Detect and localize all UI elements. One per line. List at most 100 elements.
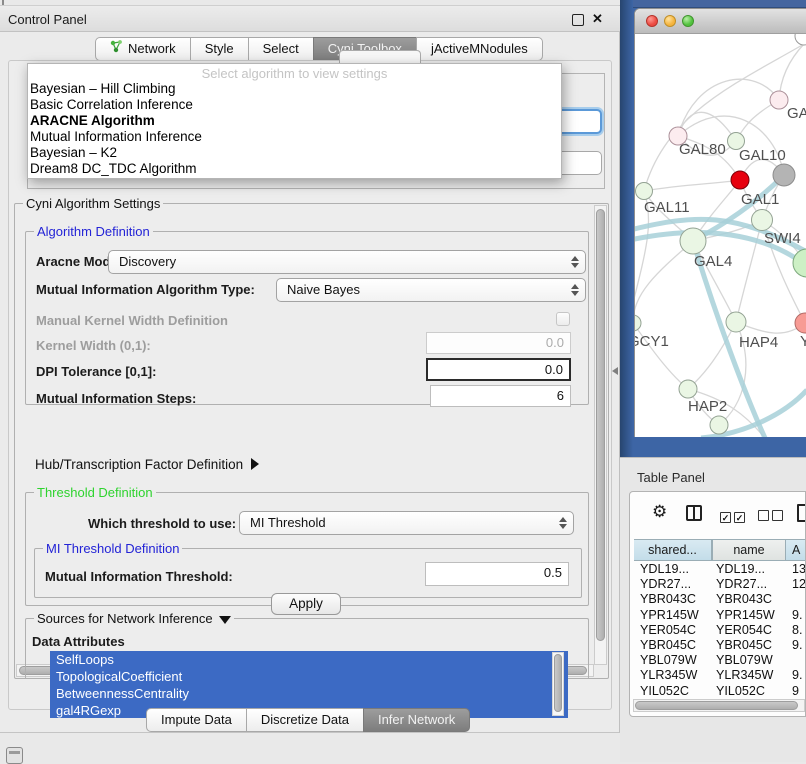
tab-infer-network[interactable]: Infer Network <box>363 708 470 732</box>
algorithm-option[interactable]: Basic Correlation Inference <box>28 97 561 113</box>
select-all-icon[interactable]: ✓✓ <box>720 508 745 526</box>
mi-algorithm-type-select[interactable]: Naive Bayes <box>276 278 586 302</box>
deselect-all-icon[interactable] <box>758 508 783 526</box>
hub-definition-toggle[interactable]: Hub/Transcription Factor Definition <box>35 457 259 472</box>
close-icon[interactable]: ✕ <box>592 11 603 27</box>
hidden-widget-fragment <box>339 50 421 64</box>
svg-text:HAP2: HAP2 <box>688 398 727 415</box>
node-hap2[interactable] <box>679 380 697 398</box>
combo-arrows-icon <box>571 284 578 296</box>
mi-type-label: Mutual Information Algorithm Type: <box>36 282 255 297</box>
tab-jactivemnodules[interactable]: jActiveMNodules <box>416 37 543 61</box>
algorithm-option-selected[interactable]: ARACNE Algorithm <box>28 113 561 129</box>
attribute-item[interactable]: BetweennessCentrality <box>50 685 568 702</box>
tab-label: Network <box>128 38 176 60</box>
table-row[interactable]: YIL052C YIL052C 9 <box>630 684 806 696</box>
svg-text:GAL80: GAL80 <box>679 141 726 158</box>
which-threshold-select[interactable]: MI Threshold <box>239 511 574 535</box>
svg-text:GAL11: GAL11 <box>644 199 690 216</box>
kernel-width-label: Kernel Width (0,1): <box>36 338 151 353</box>
float-panel-icon[interactable] <box>6 747 23 764</box>
tab-impute-data[interactable]: Impute Data <box>146 708 247 732</box>
control-panel-header: Control Panel ✕ <box>0 6 620 32</box>
minimize-traffic-light[interactable] <box>664 15 676 27</box>
table-row[interactable]: YBL079W YBL079W <box>630 653 806 668</box>
bottom-tab-bar: Impute Data Discretize Data Infer Networ… <box>146 708 470 732</box>
node[interactable] <box>770 91 788 109</box>
aracne-mode-value: Discovery <box>119 254 176 269</box>
tab-discretize-data[interactable]: Discretize Data <box>246 708 364 732</box>
manual-kernel-label: Manual Kernel Width Definition <box>36 313 228 328</box>
kernel-width-field[interactable]: 0.0 <box>426 332 571 354</box>
node-swi4[interactable] <box>752 210 773 231</box>
svg-text:GCY1: GCY1 <box>635 333 669 350</box>
close-traffic-light[interactable] <box>646 15 658 27</box>
document-icon[interactable] <box>797 504 806 522</box>
table-panel-box: ⚙ ✓✓ shared... name A YDL19... YDL19... … <box>629 491 806 717</box>
table-row[interactable]: YBR045C YBR045C 9. <box>630 638 806 653</box>
node-hap4[interactable] <box>726 312 746 332</box>
threshold-definition-group: Threshold Definition Which threshold to … <box>25 492 589 606</box>
gear-icon[interactable]: ⚙ <box>652 502 667 522</box>
group-title: Cyni Algorithm Settings <box>23 196 163 211</box>
collapsed-arrow-icon <box>251 458 259 470</box>
group-title: Threshold Definition <box>34 485 156 500</box>
mi-steps-field[interactable]: 6 <box>430 385 571 407</box>
float-window-icon[interactable] <box>572 14 584 26</box>
aracne-mode-select[interactable]: Discovery <box>108 250 586 274</box>
column-header-partial[interactable]: A <box>786 539 806 561</box>
column-header-shared-name[interactable]: shared... <box>634 539 712 561</box>
columns-icon[interactable] <box>686 505 702 521</box>
node-gal4[interactable] <box>680 228 706 254</box>
mi-steps-label: Mutual Information Steps: <box>36 391 196 406</box>
table-row[interactable]: YER054C YER054C 8. <box>630 623 806 638</box>
tab-style[interactable]: Style <box>190 37 249 61</box>
algorithm-option[interactable]: Bayesian – Hill Climbing <box>28 81 561 97</box>
sources-title: Sources for Network Inference <box>37 611 213 626</box>
column-header-name[interactable]: name <box>712 539 786 561</box>
which-threshold-value: MI Threshold <box>250 515 326 530</box>
table-row[interactable]: YLR345W YLR345W 9. <box>630 668 806 683</box>
node[interactable] <box>710 416 728 434</box>
mi-threshold-group: MI Threshold Definition Mutual Informati… <box>34 548 582 598</box>
algorithm-definition-group: Algorithm Definition Aracne Mode: Discov… <box>25 231 589 405</box>
zoom-traffic-light[interactable] <box>682 15 694 27</box>
algorithm-option[interactable]: Dream8 DC_TDC Algorithm <box>28 161 561 177</box>
dpi-tolerance-label: DPI Tolerance [0,1]: <box>36 364 156 379</box>
dpi-tolerance-field[interactable]: 0.0 <box>426 358 571 381</box>
algorithm-option[interactable]: Mutual Information Inference <box>28 129 561 145</box>
svg-text:GAL1: GAL1 <box>741 191 779 208</box>
network-window-titlebar[interactable] <box>635 9 806 34</box>
tab-label: Impute Data <box>161 709 232 731</box>
tab-label: Style <box>205 38 234 60</box>
combo-arrows-icon <box>559 517 566 529</box>
table-horizontal-scrollbar[interactable] <box>633 699 805 712</box>
attribute-item[interactable]: TopologicalCoefficient <box>50 668 568 685</box>
algorithm-option[interactable]: Bayesian – K2 <box>28 145 561 161</box>
group-title: MI Threshold Definition <box>43 541 182 556</box>
network-canvas[interactable]: GAL GAL80 GAL10 GAL1 GAL11 SWI4 GAL4 GCY… <box>635 34 806 437</box>
table-row[interactable]: YPR145W YPR145W 9. <box>630 608 806 623</box>
node-gal10[interactable] <box>773 164 795 186</box>
tab-network[interactable]: Network <box>95 37 191 61</box>
node-gal1[interactable] <box>731 171 749 189</box>
mi-threshold-field[interactable]: 0.5 <box>425 562 569 586</box>
desktop-top-strip <box>620 0 806 8</box>
which-threshold-label: Which threshold to use: <box>88 516 236 531</box>
table-row[interactable]: YBR043C YBR043C <box>630 592 806 607</box>
table-row[interactable]: YDR27... YDR27... 12 <box>630 577 806 592</box>
tab-label: Discretize Data <box>261 709 349 731</box>
tab-select[interactable]: Select <box>248 37 314 61</box>
network-view-window: GAL GAL80 GAL10 GAL1 GAL11 SWI4 GAL4 GCY… <box>634 8 806 437</box>
panel-splitter-handle[interactable] <box>612 367 618 375</box>
expanded-arrow-icon[interactable] <box>219 616 231 624</box>
node-gal11[interactable] <box>636 183 653 200</box>
table-row[interactable]: YDL19... YDL19... 13 <box>630 562 806 577</box>
group-title: Algorithm Definition <box>34 224 153 239</box>
settings-vertical-scrollbar[interactable] <box>594 205 607 665</box>
manual-kernel-checkbox[interactable] <box>556 312 570 326</box>
attribute-item[interactable]: SelfLoops <box>50 651 568 668</box>
apply-button[interactable]: Apply <box>271 593 341 615</box>
panel-title: Control Panel <box>8 12 87 27</box>
attributes-list-scrollbar[interactable] <box>552 652 564 716</box>
